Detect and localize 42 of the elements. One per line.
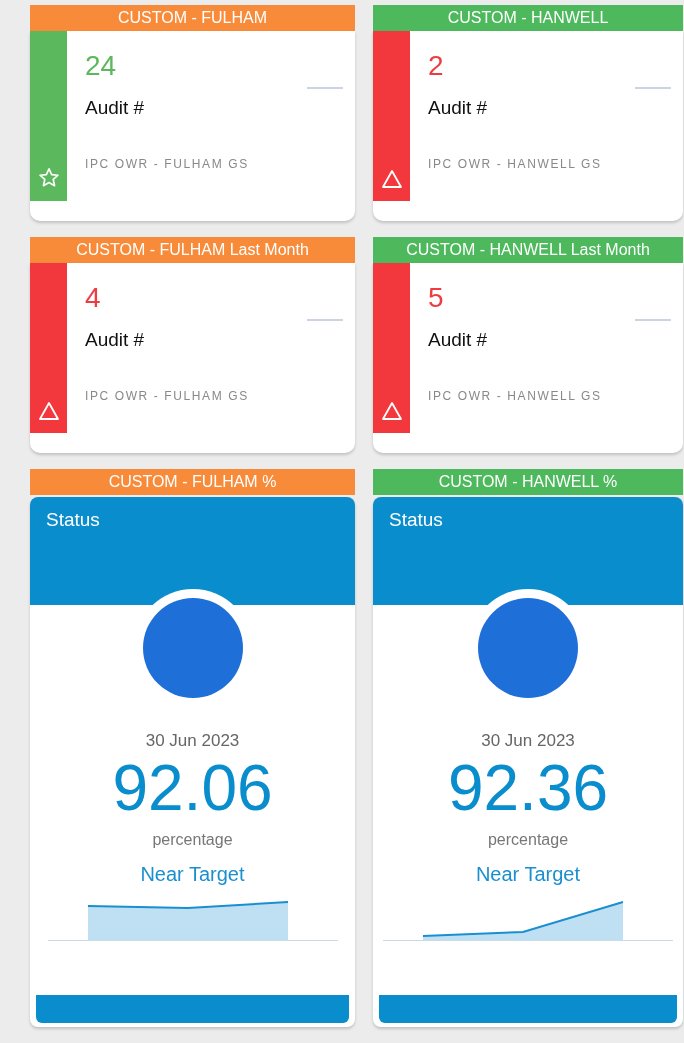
status-heading: Status <box>46 509 100 530</box>
star-icon <box>37 167 60 189</box>
date-label: 30 Jun 2023 <box>481 731 575 751</box>
kpi-card[interactable]: 2 Audit # IPC OWR - HANWELL GS <box>373 31 683 221</box>
tile-title: CUSTOM - HANWELL Last Month <box>373 237 683 263</box>
percentage-value: 92.36 <box>447 753 609 823</box>
warning-icon <box>380 169 403 189</box>
kpi-label: Audit # <box>428 97 488 119</box>
source-label: IPC OWR - HANWELL GS <box>428 389 602 403</box>
dash-mark <box>635 87 671 89</box>
status-label: Near Target <box>475 863 581 886</box>
kpi-card[interactable]: 24 Audit # IPC OWR - FULHAM GS <box>30 31 355 221</box>
kpi-card[interactable]: 5 Audit # IPC OWR - HANWELL GS <box>373 263 683 453</box>
source-label: IPC OWR - FULHAM GS <box>85 157 249 171</box>
kpi-value: 5 <box>428 281 445 315</box>
kpi-label: Audit # <box>85 97 145 119</box>
warning-icon <box>37 401 60 421</box>
dash-mark <box>307 87 343 89</box>
kpi-value: 4 <box>85 281 102 315</box>
kpi-value: 2 <box>428 49 445 83</box>
status-label: Near Target <box>140 863 245 886</box>
unit-label: percentage <box>152 831 233 849</box>
unit-label: percentage <box>487 831 569 849</box>
tile-title: CUSTOM - HANWELL <box>373 5 683 31</box>
kpi-value: 24 <box>85 49 118 83</box>
kpi-label: Audit # <box>428 329 488 351</box>
card-title: CUSTOM - HANWELL % <box>373 469 683 495</box>
status-card[interactable]: Status 30 Jun 2023 92.36 percentage Near Target <box>373 497 683 1027</box>
tile-title: CUSTOM - FULHAM <box>30 5 355 31</box>
date-label: 30 Jun 2023 <box>145 731 240 751</box>
warning-icon <box>380 401 403 421</box>
dash-mark <box>307 319 343 321</box>
status-heading: Status <box>389 509 443 530</box>
status-card[interactable]: Status 30 Jun 2023 92.06 percentage Near Target <box>30 497 355 1027</box>
tile-title: CUSTOM - FULHAM Last Month <box>30 237 355 263</box>
dash-mark <box>635 319 671 321</box>
card-title: CUSTOM - FULHAM % <box>30 469 355 495</box>
percentage-value: 92.06 <box>112 753 273 823</box>
kpi-label: Audit # <box>85 329 145 351</box>
source-label: IPC OWR - FULHAM GS <box>85 389 249 403</box>
kpi-card[interactable]: 4 Audit # IPC OWR - FULHAM GS <box>30 263 355 453</box>
source-label: IPC OWR - HANWELL GS <box>428 157 602 171</box>
